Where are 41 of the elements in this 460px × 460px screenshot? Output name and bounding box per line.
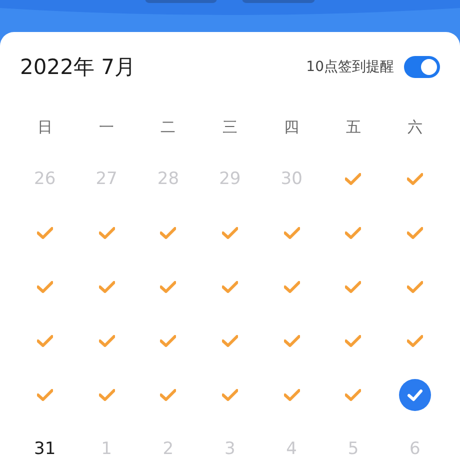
weekday-label: 日 xyxy=(37,118,52,136)
month-title: 2022年 7月 xyxy=(20,54,136,81)
check-icon xyxy=(284,335,300,347)
check-icon xyxy=(222,281,238,293)
weekday-label: 一 xyxy=(99,118,114,136)
check-icon xyxy=(284,281,300,293)
check-icon xyxy=(222,335,238,347)
check-icon xyxy=(98,227,115,239)
check-icon xyxy=(222,389,238,401)
weekday-label: 三 xyxy=(222,118,238,136)
weekday-label: 六 xyxy=(407,118,422,136)
check-icon xyxy=(160,281,176,293)
check-icon xyxy=(36,389,53,401)
check-icon xyxy=(345,281,362,293)
reminder-label: 10点签到提醒 xyxy=(306,58,394,76)
weekday-label: 二 xyxy=(160,118,176,136)
checked-circle-icon[interactable] xyxy=(398,379,431,411)
check-icon xyxy=(36,227,53,239)
check-icon xyxy=(160,227,176,239)
check-icon xyxy=(36,281,53,293)
check-icon xyxy=(98,281,115,293)
check-icon xyxy=(345,227,362,239)
check-icon xyxy=(36,335,53,347)
check-icon xyxy=(406,227,423,239)
check-icon xyxy=(345,389,362,401)
check-icon xyxy=(406,281,423,293)
check-icon xyxy=(222,227,238,239)
check-icon xyxy=(98,389,115,401)
reminder-toggle[interactable] xyxy=(404,56,440,78)
check-icon xyxy=(160,335,176,347)
check-icon xyxy=(345,335,362,347)
weekday-label: 五 xyxy=(346,118,361,136)
check-icon xyxy=(345,173,362,185)
check-icon xyxy=(284,227,300,239)
check-icon xyxy=(98,335,115,347)
check-icon xyxy=(406,173,423,185)
day-number[interactable]: 31 xyxy=(34,439,56,459)
check-icon xyxy=(406,335,423,347)
weekday-label: 四 xyxy=(284,118,300,136)
check-icon xyxy=(284,389,300,401)
check-icon xyxy=(160,389,176,401)
